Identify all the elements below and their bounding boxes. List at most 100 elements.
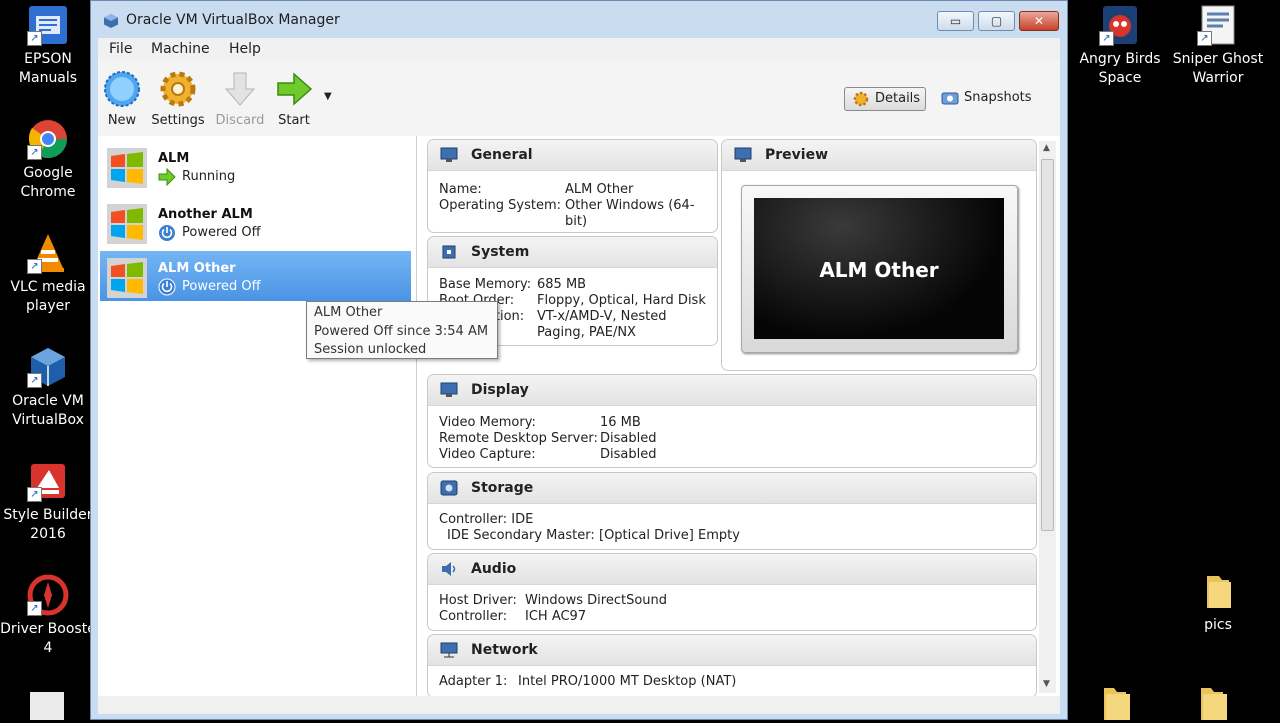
desktop-label: EPSON	[24, 51, 72, 67]
general-name-label: Name:	[439, 182, 482, 197]
display-capture-value: Disabled	[600, 447, 657, 462]
desktop-icon-driver-booster[interactable]: ↗ Driver Booste 4	[0, 574, 96, 658]
desktop-icon-vlc[interactable]: ↗ VLC media player	[0, 232, 96, 316]
chrome-icon: ↗	[27, 118, 69, 160]
audio-panel: Audio Host Driver: Windows DirectSound C…	[427, 553, 1037, 631]
storage-panel: Storage Controller: IDE IDE Secondary Ma…	[427, 472, 1037, 550]
details-scrollbar[interactable]: ▲ ▼	[1039, 141, 1056, 693]
display-title: Display	[471, 382, 529, 398]
display-rds-label: Remote Desktop Server:	[439, 431, 598, 446]
chip-icon	[440, 244, 458, 260]
desktop-icon-sniper-ghost[interactable]: ↗ Sniper Ghost Warrior	[1170, 4, 1266, 88]
vm-list: ALM Running Another ALM Powered Off ALM …	[98, 136, 417, 696]
monitor-icon	[734, 147, 752, 163]
vm-state-label: Powered Off	[182, 279, 261, 294]
maximize-button[interactable]: ▢	[978, 11, 1015, 31]
desktop-label: Style Builder	[3, 507, 93, 523]
new-label: New	[107, 113, 137, 128]
settings-label: Settings	[151, 113, 205, 128]
start-label: Start	[278, 113, 310, 128]
discard-button[interactable]: Discard	[210, 69, 270, 128]
virtualbox-window: Oracle VM VirtualBox Manager ▭ ▢ ✕ File …	[90, 0, 1068, 720]
desktop-label: Google	[23, 165, 73, 181]
desktop-icon-chrome[interactable]: ↗ Google Chrome	[0, 118, 96, 202]
preview-screen: ALM Other	[754, 198, 1004, 339]
general-header[interactable]: General	[428, 140, 717, 171]
system-memory-label: Base Memory:	[439, 277, 532, 292]
desktop-label: pics	[1204, 617, 1232, 633]
general-name-value: ALM Other	[565, 182, 634, 197]
desktop-label: Space	[1098, 70, 1142, 86]
preview-panel: Preview ALM Other	[721, 139, 1037, 371]
angry-birds-icon: ↗	[1099, 4, 1141, 46]
audio-host-value: Windows DirectSound	[525, 593, 668, 608]
minimize-button[interactable]: ▭	[937, 11, 974, 31]
details-toggle[interactable]: Details	[844, 87, 926, 111]
network-header[interactable]: Network	[428, 635, 1036, 666]
desktop-icon-partial[interactable]	[30, 692, 64, 720]
desktop-icon-virtualbox[interactable]: ↗ Oracle VM VirtualBox	[0, 346, 96, 430]
snapshots-toggle[interactable]: Snapshots	[934, 87, 1032, 111]
maximize-icon: ▢	[990, 14, 1003, 28]
start-dropdown-arrow-icon[interactable]: ▼	[324, 91, 332, 102]
new-button[interactable]: New	[92, 69, 152, 128]
disk-icon	[440, 480, 458, 496]
desktop-label: VirtualBox	[12, 412, 84, 428]
storage-header[interactable]: Storage	[428, 473, 1036, 504]
display-vmem-label: Video Memory:	[439, 415, 536, 430]
start-button[interactable]: Start	[264, 69, 324, 128]
desktop-icon-epson[interactable]: ↗ EPSON Manuals	[0, 4, 96, 88]
desktop-icon-style-builder[interactable]: ↗ Style Builder 2016	[0, 460, 96, 544]
folder-icon[interactable]	[1197, 684, 1231, 723]
power-off-icon	[158, 224, 176, 242]
menu-help[interactable]: Help	[229, 41, 261, 57]
snapshots-label: Snapshots	[964, 90, 1032, 105]
network-title: Network	[471, 642, 538, 658]
vm-item-another-alm[interactable]: Another ALM Powered Off	[100, 197, 411, 247]
vm-item-alm-other[interactable]: ALM Other Powered Off	[100, 251, 411, 301]
system-memory-value: 685 MB	[537, 277, 587, 292]
title-bar[interactable]: Oracle VM VirtualBox Manager ▭ ▢ ✕	[91, 1, 1067, 37]
new-icon	[102, 69, 142, 109]
preview-header[interactable]: Preview	[722, 140, 1036, 171]
desktop-label: 4	[43, 640, 53, 656]
network-icon	[440, 642, 458, 658]
general-os-value: Other Windows (64-	[565, 198, 695, 213]
menu-machine[interactable]: Machine	[151, 41, 210, 57]
scroll-up-icon[interactable]: ▲	[1043, 143, 1050, 153]
vm-item-alm[interactable]: ALM Running	[100, 141, 411, 191]
sniper-ghost-icon: ↗	[1197, 4, 1239, 46]
audio-header[interactable]: Audio	[428, 554, 1036, 585]
display-header[interactable]: Display	[428, 375, 1036, 406]
storage-title: Storage	[471, 480, 534, 496]
network-panel: Network Adapter 1: Intel PRO/1000 MT Des…	[427, 634, 1037, 698]
vm-state: Powered Off	[158, 224, 261, 242]
discard-arrow-icon	[220, 69, 260, 109]
storage-ide-value: [Optical Drive] Empty	[599, 528, 740, 543]
folder-icon	[1197, 570, 1239, 612]
virtualbox-icon	[103, 13, 119, 29]
network-adapter-value: Intel PRO/1000 MT Desktop (NAT)	[518, 674, 737, 689]
settings-button[interactable]: Settings	[148, 69, 208, 128]
close-icon: ✕	[1033, 14, 1045, 28]
vm-state-label: Running	[182, 169, 236, 184]
desktop-icon-angry-birds[interactable]: ↗ Angry Birds Space	[1072, 4, 1168, 88]
desktop-label: Warrior	[1192, 70, 1244, 86]
close-button[interactable]: ✕	[1019, 11, 1059, 31]
scroll-down-icon[interactable]: ▼	[1043, 679, 1050, 689]
menu-file[interactable]: File	[109, 41, 132, 57]
status-bar	[98, 696, 1060, 714]
desktop-icon-pics[interactable]: pics	[1170, 570, 1266, 635]
tooltip-title: ALM Other	[314, 305, 383, 320]
system-header[interactable]: System	[428, 237, 717, 268]
desktop-label: Driver Booste	[0, 621, 96, 637]
driver-booster-icon: ↗	[27, 574, 69, 616]
scrollbar-thumb[interactable]	[1041, 159, 1054, 531]
folder-icon[interactable]	[1100, 684, 1134, 723]
vm-state: Running	[158, 167, 236, 187]
menu-bar: File Machine Help	[98, 38, 1060, 61]
vm-name: ALM	[158, 151, 190, 166]
audio-controller-value: ICH AC97	[525, 609, 587, 624]
tooltip-session: Session unlocked	[314, 342, 427, 357]
desktop-label: Manuals	[18, 70, 78, 86]
